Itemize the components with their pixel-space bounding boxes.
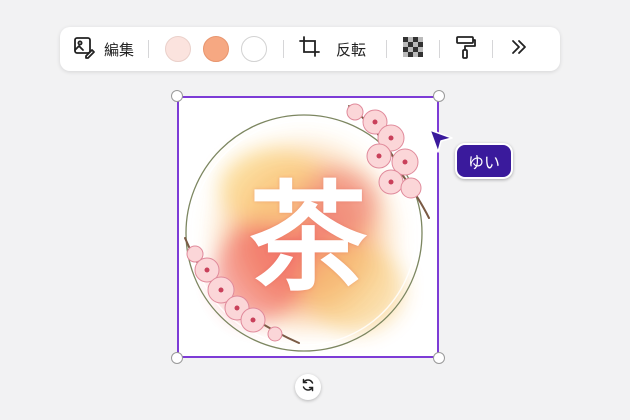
collaborator-name-badge: ゆい bbox=[455, 143, 513, 179]
transparency-button[interactable] bbox=[397, 33, 429, 65]
crop-button[interactable] bbox=[294, 33, 326, 65]
crop-icon bbox=[299, 35, 321, 63]
divider bbox=[439, 40, 441, 58]
flip-button[interactable]: 反転 bbox=[326, 39, 376, 60]
divider bbox=[492, 40, 494, 58]
resize-handle-top-left[interactable] bbox=[171, 90, 183, 102]
selected-image[interactable]: 茶 bbox=[177, 96, 439, 358]
edit-label: 編集 bbox=[104, 41, 135, 59]
image-toolbar: 編集 反転 bbox=[60, 27, 560, 71]
color-swatch-white[interactable] bbox=[241, 36, 268, 62]
color-swatch-light-pink[interactable] bbox=[165, 36, 192, 62]
divider bbox=[386, 40, 388, 58]
collaborator-cursor-icon bbox=[428, 128, 454, 159]
divider bbox=[148, 40, 150, 58]
style-paint-button[interactable] bbox=[450, 33, 482, 65]
color-swatch-peach[interactable] bbox=[203, 36, 230, 62]
more-button[interactable] bbox=[503, 33, 535, 65]
rotate-button[interactable] bbox=[295, 374, 321, 400]
resize-handle-bottom-left[interactable] bbox=[171, 352, 183, 364]
tea-kanji: 茶 bbox=[248, 167, 367, 307]
edit-button[interactable]: 編集 bbox=[68, 35, 138, 64]
more-icon bbox=[509, 37, 529, 62]
rotate-icon bbox=[301, 378, 315, 397]
resize-handle-top-right[interactable] bbox=[433, 90, 445, 102]
divider bbox=[283, 40, 285, 58]
paint-roller-icon bbox=[455, 35, 477, 64]
image-edit-icon bbox=[72, 35, 96, 64]
resize-handle-bottom-right[interactable] bbox=[433, 352, 445, 364]
transparency-icon bbox=[402, 36, 424, 63]
